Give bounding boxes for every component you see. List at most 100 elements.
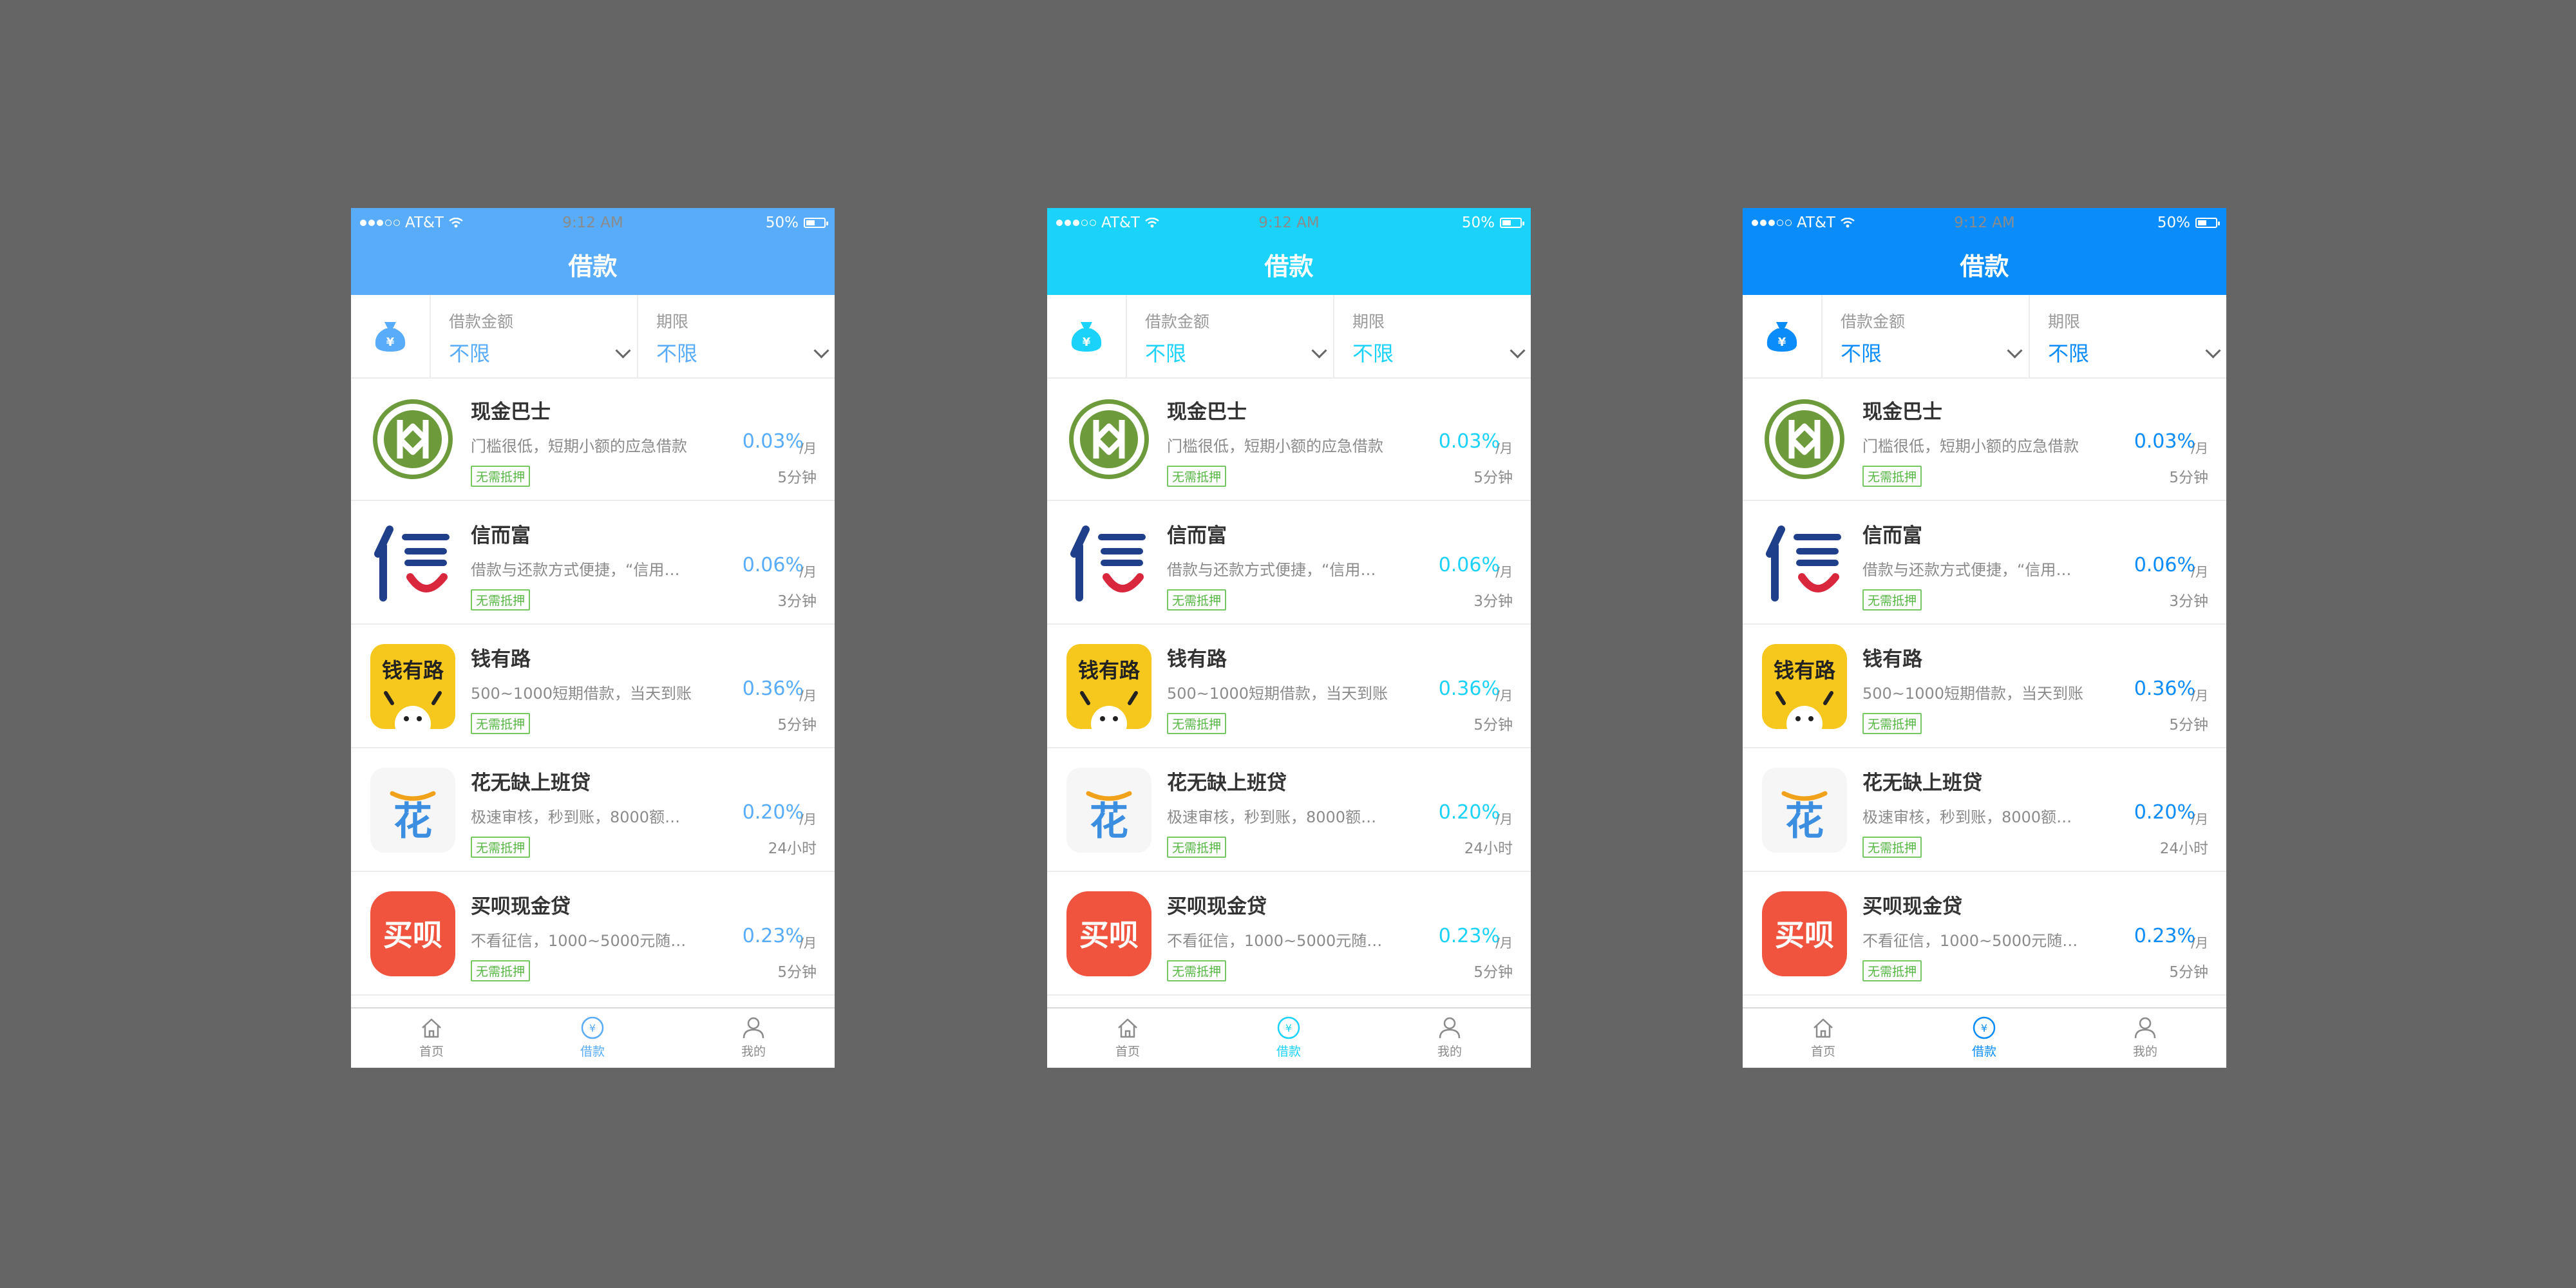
loan-name: 花无缺上班贷: [1862, 772, 1982, 795]
list-item[interactable]: 现金巴士 门槛很低，短期小额的应急借款 无需抵押 0.03% /月 5分钟: [1743, 377, 2226, 501]
header: AT&T 9:12 AM 50% 借款: [1743, 208, 2226, 295]
tab-loan[interactable]: ¥ 借款: [1250, 1015, 1327, 1059]
no-collateral-tag: 无需抵押: [471, 589, 531, 611]
list-item[interactable]: 买呗 买呗现金贷 不看征信，1000~5000元随意借 无需抵押 0.23% /…: [1743, 872, 2226, 996]
tab-home[interactable]: 首页: [1089, 1015, 1166, 1059]
list-item[interactable]: 信而富 借款与还款方式便捷，“信用当… 无需抵押 0.06% /月 3分钟: [1047, 501, 1531, 625]
no-collateral-tag: 无需抵押: [1862, 466, 1922, 487]
loan-rate: 0.36%: [742, 677, 804, 700]
loan-description: 借款与还款方式便捷，“信用当…: [1167, 561, 1389, 579]
no-collateral-tag: 无需抵押: [1862, 960, 1922, 981]
xianjinbashi-logo: [370, 397, 455, 482]
page-title: 借款: [1264, 252, 1314, 281]
rate-unit: /月: [1495, 688, 1513, 703]
list-item[interactable]: 钱有路 钱有路 500~1000短期借款，当天到账 无需抵押 0.36% /月 …: [1047, 625, 1531, 748]
tab-bar: 首页 ¥ 借款 我的: [351, 1007, 835, 1068]
approval-time: 24小时: [1464, 840, 1513, 857]
loan-name: 买呗现金贷: [1167, 895, 1267, 918]
xianjinbashi-logo: [1762, 397, 1847, 482]
no-collateral-tag: 无需抵押: [471, 466, 531, 487]
list-item[interactable]: 信而富 借款与还款方式便捷，“信用当… 无需抵押 0.06% /月 3分钟: [351, 501, 835, 625]
loan-name: 钱有路: [1167, 648, 1227, 671]
chevron-down-icon[interactable]: [2007, 343, 2023, 359]
tab-home-label: 首页: [1810, 1045, 1835, 1059]
term-filter[interactable]: 期限 不限: [656, 309, 697, 367]
filter-bar: ¥ 借款金额 不限 期限 不限: [351, 295, 835, 379]
list-item[interactable]: 买呗 买呗现金贷 不看征信，1000~5000元随意借 无需抵押 0.23% /…: [1047, 872, 1531, 996]
term-filter-value: 不限: [2048, 341, 2090, 366]
page-title: 借款: [568, 252, 618, 281]
list-item[interactable]: 买呗 买呗现金贷 不看征信，1000~5000元随意借 无需抵押 0.23% /…: [351, 872, 835, 996]
list-item[interactable]: 钱有路 钱有路 500~1000短期借款，当天到账 无需抵押 0.36% /月 …: [351, 625, 835, 748]
approval-time: 5分钟: [1473, 717, 1513, 734]
rate-unit: /月: [1495, 935, 1513, 951]
loan-description: 极速审核，秒到账，8000额度…: [1167, 808, 1389, 826]
list-item[interactable]: 信而富 借款与还款方式便捷，“信用当… 无需抵押 0.06% /月 3分钟: [1743, 501, 2226, 625]
rate-unit: /月: [2191, 935, 2208, 951]
chevron-down-icon[interactable]: [1311, 343, 1327, 359]
money-bag-icon: ¥: [375, 322, 406, 352]
tab-mine-label: 我的: [741, 1045, 766, 1059]
amount-filter-value: 不限: [1841, 341, 1882, 366]
tab-loan[interactable]: ¥ 借款: [554, 1015, 631, 1059]
yen-circle-icon: ¥: [581, 1016, 604, 1039]
no-collateral-tag: 无需抵押: [1167, 589, 1227, 611]
xianjinbashi-logo: [1066, 397, 1151, 482]
chevron-down-icon[interactable]: [615, 343, 631, 359]
list-item[interactable]: 现金巴士 门槛很低，短期小额的应急借款 无需抵押 0.03% /月 5分钟: [1047, 377, 1531, 501]
home-icon: [1814, 1018, 1833, 1038]
list-item[interactable]: 现金巴士 门槛很低，短期小额的应急借款 无需抵押 0.03% /月 5分钟: [351, 377, 835, 501]
no-collateral-tag: 无需抵押: [471, 837, 531, 858]
chevron-down-icon[interactable]: [813, 343, 829, 359]
yen-circle-icon: ¥: [1973, 1016, 1996, 1039]
chevron-down-icon[interactable]: [2205, 343, 2221, 359]
battery-icon: [804, 218, 828, 228]
battery-icon: [1500, 218, 1524, 228]
loan-name: 现金巴士: [1167, 401, 1247, 424]
list-item[interactable]: 花 花无缺上班贷 极速审核，秒到账，8000额度… 无需抵押 0.20% /月 …: [351, 748, 835, 872]
loan-name: 信而富: [471, 524, 531, 547]
amount-filter[interactable]: 借款金额 不限: [1145, 309, 1209, 367]
phone-screen-blue: AT&T 9:12 AM 50% 借款 ¥ 借款金额 不限 期限 不限 现金巴士…: [1743, 208, 2226, 1068]
loan-name: 现金巴士: [1862, 401, 1942, 424]
rate-unit: /月: [1495, 811, 1513, 827]
battery-percent: 50%: [2157, 214, 2190, 231]
status-bar: AT&T 9:12 AM 50%: [1743, 214, 2226, 234]
tab-home[interactable]: 首页: [1785, 1015, 1862, 1059]
loan-description: 门槛很低，短期小额的应急借款: [471, 437, 687, 455]
tab-mine-label: 我的: [1437, 1045, 1462, 1059]
loan-rate: 0.03%: [1438, 430, 1500, 453]
loan-rate: 0.23%: [2134, 925, 2195, 947]
term-filter-value: 不限: [1352, 341, 1394, 366]
loan-description: 不看征信，1000~5000元随意借: [1167, 932, 1389, 950]
tab-mine[interactable]: 我的: [715, 1015, 792, 1059]
tab-home[interactable]: 首页: [393, 1015, 470, 1059]
tab-mine[interactable]: 我的: [2107, 1015, 2184, 1059]
qianyoulu-logo: 钱有路: [370, 644, 455, 742]
huawuque-logo: 花: [1066, 768, 1151, 853]
term-filter-label: 期限: [2048, 312, 2081, 331]
no-collateral-tag: 无需抵押: [471, 713, 531, 734]
list-item[interactable]: 花 花无缺上班贷 极速审核，秒到账，8000额度… 无需抵押 0.20% /月 …: [1047, 748, 1531, 872]
term-filter[interactable]: 期限 不限: [2048, 309, 2089, 367]
tab-loan[interactable]: ¥ 借款: [1946, 1015, 2023, 1059]
svg-text:¥: ¥: [1083, 336, 1091, 349]
tab-mine[interactable]: 我的: [1411, 1015, 1488, 1059]
loan-rate: 0.06%: [1438, 554, 1500, 576]
page-title: 借款: [1960, 252, 2009, 281]
maibei-logo: 买呗: [1066, 891, 1151, 976]
loan-name: 花无缺上班贷: [471, 772, 591, 795]
list-item[interactable]: 钱有路 钱有路 500~1000短期借款，当天到账 无需抵押 0.36% /月 …: [1743, 625, 2226, 748]
status-time: 9:12 AM: [1954, 214, 2015, 231]
svg-text:¥: ¥: [1981, 1022, 1987, 1034]
term-filter[interactable]: 期限 不限: [1352, 309, 1394, 367]
maibei-logo: 买呗: [370, 891, 455, 976]
chevron-down-icon[interactable]: [1510, 343, 1526, 359]
rate-unit: /月: [2191, 811, 2208, 827]
term-filter-label: 期限: [656, 312, 689, 331]
maibei-logo: 买呗: [1762, 891, 1847, 976]
filter-bar: ¥ 借款金额 不限 期限 不限: [1743, 295, 2226, 379]
list-item[interactable]: 花 花无缺上班贷 极速审核，秒到账，8000额度… 无需抵押 0.20% /月 …: [1743, 748, 2226, 872]
amount-filter[interactable]: 借款金额 不限: [449, 309, 513, 367]
amount-filter[interactable]: 借款金额 不限: [1841, 309, 1905, 367]
